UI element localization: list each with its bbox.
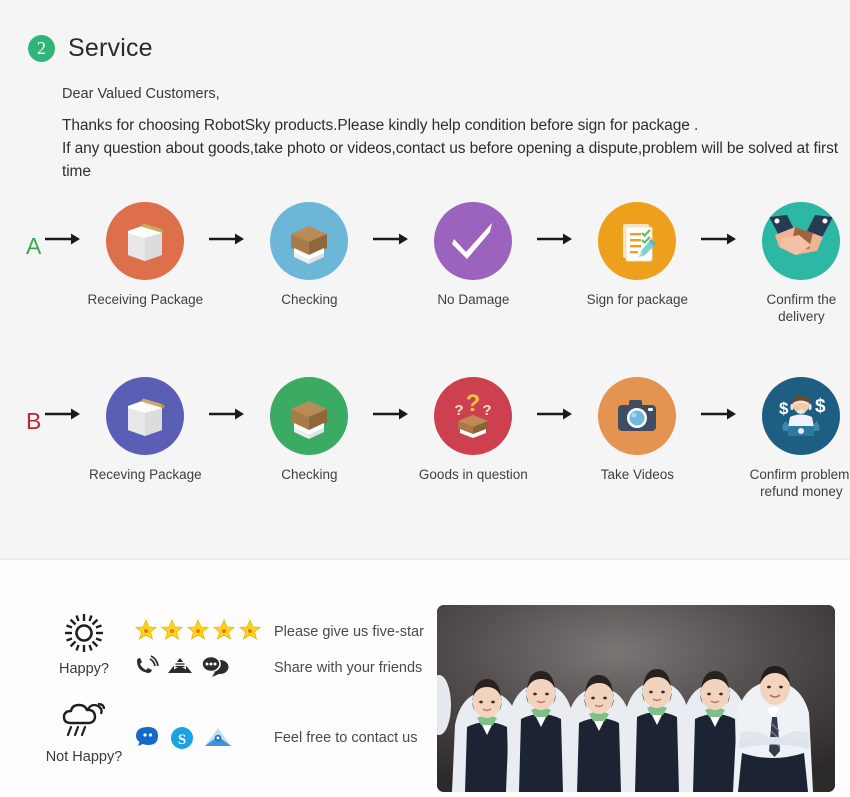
arrow-icon — [533, 407, 577, 421]
open-box-icon — [270, 377, 349, 455]
rain-cloud-icon — [58, 698, 110, 744]
section-header: 2 Service — [28, 34, 153, 63]
contact-row-not-happy: Not Happy? S Feel free to contact us — [34, 698, 434, 786]
phone-icon[interactable] — [134, 654, 160, 678]
chat-bubbles-icon[interactable] — [200, 654, 230, 678]
arrow-icon — [205, 407, 249, 421]
flow-step: ? ? ? Goods in question — [413, 377, 533, 484]
service-page: 2 Service Dear Valued Customers, Thanks … — [0, 0, 850, 797]
question-box-icon: ? ? ? — [434, 377, 513, 455]
mail-envelope-icon[interactable] — [202, 725, 234, 751]
arrow-icon — [41, 407, 85, 421]
svg-text:$: $ — [815, 396, 826, 417]
mood-label: Happy? — [59, 661, 109, 677]
flow-step: Take Videos — [577, 377, 697, 484]
svg-text:?: ? — [483, 402, 492, 419]
flow-step-label: Receving Package — [89, 467, 202, 482]
flow-row-a: A Receiving Package Checking No Damage S… — [0, 202, 850, 327]
mood-label: Not Happy? — [45, 749, 123, 765]
happy-text-column: Please give us five-star Share with your… — [274, 610, 424, 686]
five-star-message: Please give us five-star — [274, 624, 424, 640]
flow-step-label: Take Videos — [600, 467, 674, 482]
flow-step: Receiving Package — [85, 202, 205, 309]
arrow-icon — [697, 232, 741, 246]
flow-tag-b: B — [26, 408, 42, 434]
camera-icon — [598, 377, 677, 455]
contact-grid: Happy? Please give us five-star Share wi… — [34, 610, 434, 786]
star-icon — [186, 618, 210, 640]
arrow-icon — [369, 407, 413, 421]
flow-step-label: Receiving Package — [87, 292, 204, 307]
page-title: Service — [68, 34, 153, 62]
trademanager-icon[interactable] — [134, 725, 162, 751]
contact-row-happy: Happy? Please give us five-star Share wi… — [34, 610, 434, 698]
star-icon — [212, 618, 236, 640]
envelope-icon[interactable] — [166, 654, 194, 678]
package-box-icon — [106, 377, 185, 455]
arrow-icon — [533, 232, 577, 246]
flow-step-label: Confirm problem, refund money — [749, 467, 850, 499]
flow-step: No Damage — [413, 202, 533, 309]
svg-text:?: ? — [466, 390, 481, 417]
arrow-icon — [205, 232, 249, 246]
skype-icon[interactable]: S — [168, 725, 196, 751]
arrow-icon — [697, 407, 741, 421]
service-panel: 2 Service Dear Valued Customers, Thanks … — [0, 0, 850, 558]
flow-step: Sign for package — [577, 202, 697, 309]
star-icon — [160, 618, 184, 640]
happy-icon-column — [134, 610, 274, 684]
not-happy-icon-column: S — [134, 698, 274, 756]
open-box-icon — [270, 202, 349, 280]
flow-step-label: Confirm the delivery — [766, 292, 837, 324]
star-icon — [238, 618, 262, 640]
arrow-icon — [369, 232, 413, 246]
intro-block: Dear Valued Customers, Thanks for choosi… — [62, 86, 850, 183]
contact-channel-icons: S — [134, 720, 274, 756]
svg-text:?: ? — [455, 402, 464, 419]
flow-step: Checking — [249, 202, 369, 309]
flow-step: Confirm the delivery — [741, 202, 850, 326]
flow-row-b: B Receving Package Checking ? ? ? Goods … — [0, 377, 850, 502]
flow-step-label: No Damage — [437, 292, 510, 307]
intro-body: Thanks for choosing RobotSky products.Pl… — [62, 117, 838, 180]
checkmark-icon — [434, 202, 513, 280]
flow-step: $ $ Confirm problem, refund money — [741, 377, 850, 501]
svg-text:$: $ — [779, 399, 789, 418]
package-box-icon — [106, 202, 185, 280]
intro-greeting: Dear Valued Customers, — [62, 86, 220, 102]
contact-panel: Happy? Please give us five-star Share wi… — [0, 560, 850, 797]
support-agent-icon: $ $ — [762, 377, 841, 455]
star-rating[interactable] — [134, 612, 274, 648]
flow-step: Receving Package — [85, 377, 205, 484]
contact-message: Feel free to contact us — [274, 730, 418, 746]
mood-happy: Happy? — [34, 610, 134, 677]
flow-tag-a: A — [26, 233, 42, 259]
handshake-icon — [762, 202, 841, 280]
team-photo — [437, 605, 835, 792]
not-happy-text-column: Feel free to contact us — [274, 698, 417, 756]
flow-step-label: Goods in question — [418, 467, 528, 482]
flow-step-label: Sign for package — [586, 292, 688, 307]
mood-not-happy: Not Happy? — [34, 698, 134, 765]
star-icon — [134, 618, 158, 640]
share-icons — [134, 648, 274, 684]
sun-icon — [62, 610, 106, 656]
flow-step: Checking — [249, 377, 369, 484]
svg-text:S: S — [178, 732, 186, 748]
flow-step-label: Checking — [281, 467, 338, 482]
section-number-badge: 2 — [28, 35, 55, 62]
flow-step-label: Checking — [281, 292, 338, 307]
share-message: Share with your friends — [274, 660, 423, 676]
arrow-icon — [41, 232, 85, 246]
signed-document-icon — [598, 202, 677, 280]
